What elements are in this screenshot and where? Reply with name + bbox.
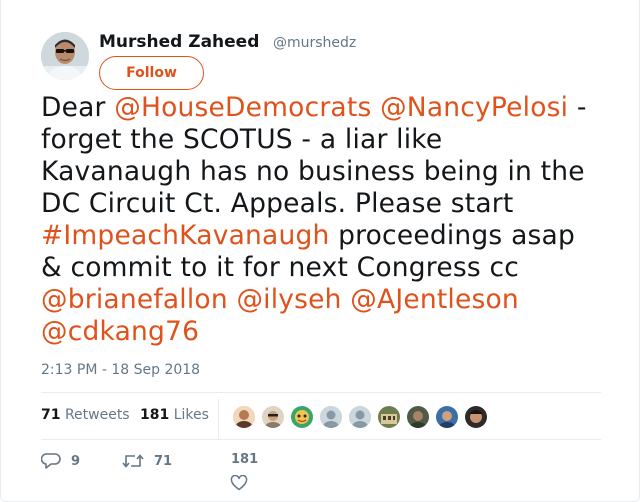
follow-button[interactable]: Follow (99, 56, 204, 90)
tweet-actions: 9 71 181 (41, 452, 601, 496)
likes-label: Likes (173, 407, 209, 423)
tweet-text-segment: DC Circuit Ct. Appeals. Please start (41, 188, 514, 219)
liker-avatar[interactable] (231, 404, 257, 430)
retweet-count: 71 (154, 453, 173, 469)
tweet-text: Dear @HouseDemocrats @NancyPelosi - forge… (41, 92, 611, 348)
liker-avatar[interactable] (405, 404, 431, 430)
liker-avatar[interactable] (260, 404, 286, 430)
tweet-text-line: & commit to it for next Congress cc (41, 252, 611, 284)
author-name[interactable]: Murshed Zaheed (99, 32, 259, 52)
tweet-card: Murshed Zaheed @murshedz Follow Dear @Ho… (0, 0, 640, 502)
hashtag-link[interactable]: #ImpeachKavanaugh (41, 220, 329, 251)
likes-count: 181 (140, 407, 170, 423)
tweet-text-line: DC Circuit Ct. Appeals. Please start (41, 188, 611, 220)
tweet-text-line: forget the SCOTUS - a liar like (41, 124, 611, 156)
divider (41, 392, 601, 393)
mention-link[interactable]: @cdkang76 (41, 316, 199, 347)
liker-avatar[interactable] (376, 404, 402, 430)
tweet-text-line: #ImpeachKavanaugh proceedings asap (41, 220, 611, 252)
engagement-stats: 71 Retweets 181 Likes (41, 399, 601, 439)
author-handle[interactable]: @murshedz (273, 35, 356, 51)
liker-avatar[interactable] (434, 404, 460, 430)
tweet-text-line: Kavanaugh has no business being in the (41, 156, 611, 188)
mention-link[interactable]: @AJentleson (350, 284, 519, 315)
retweet-button[interactable]: 71 (122, 452, 172, 470)
reply-icon (41, 453, 61, 469)
tweet-text-segment: Dear (41, 92, 115, 123)
liker-avatar[interactable] (289, 404, 315, 430)
like-count: 181 (231, 452, 259, 467)
reply-count: 9 (71, 453, 81, 469)
retweet-icon (122, 454, 144, 468)
liker-avatar[interactable] (463, 404, 489, 430)
likes-stat[interactable]: 181 Likes (140, 407, 209, 423)
tweet-header: Murshed Zaheed @murshedz Follow (41, 30, 601, 90)
tweet-timestamp[interactable]: 2:13 PM - 18 Sep 2018 (41, 362, 200, 378)
stats-separator (218, 399, 219, 439)
liker-avatar[interactable] (318, 404, 344, 430)
heart-icon (230, 475, 248, 491)
tweet-text-segment: - (568, 92, 587, 123)
like-button[interactable]: 181 (230, 452, 261, 491)
liker-avatar[interactable] (347, 404, 373, 430)
avatar[interactable] (41, 32, 89, 80)
tweet-text-segment: & commit to it for next Congress cc (41, 252, 519, 283)
mention-link[interactable]: @ilyseh (236, 284, 341, 315)
mention-link[interactable]: @HouseDemocrats (114, 92, 371, 123)
tweet-text-segment: proceedings asap (329, 220, 575, 251)
divider (41, 439, 601, 440)
retweets-stat[interactable]: 71 Retweets (41, 407, 130, 423)
tweet-text-segment (342, 284, 351, 315)
tweet-text-segment (371, 92, 380, 123)
mention-link[interactable]: @NancyPelosi (380, 92, 568, 123)
tweet-text-segment: Kavanaugh has no business being in the (41, 156, 585, 187)
tweet-text-line: Dear @HouseDemocrats @NancyPelosi - (41, 92, 611, 124)
tweet-text-segment: forget the SCOTUS - a liar like (41, 124, 443, 155)
mention-link[interactable]: @brianefallon (41, 284, 228, 315)
tweet-text-line: @brianefallon @ilyseh @AJentleson (41, 284, 611, 316)
retweets-label: Retweets (64, 407, 130, 423)
reply-button[interactable]: 9 (41, 452, 80, 470)
tweet-text-line: @cdkang76 (41, 316, 611, 348)
retweets-count: 71 (41, 407, 61, 423)
